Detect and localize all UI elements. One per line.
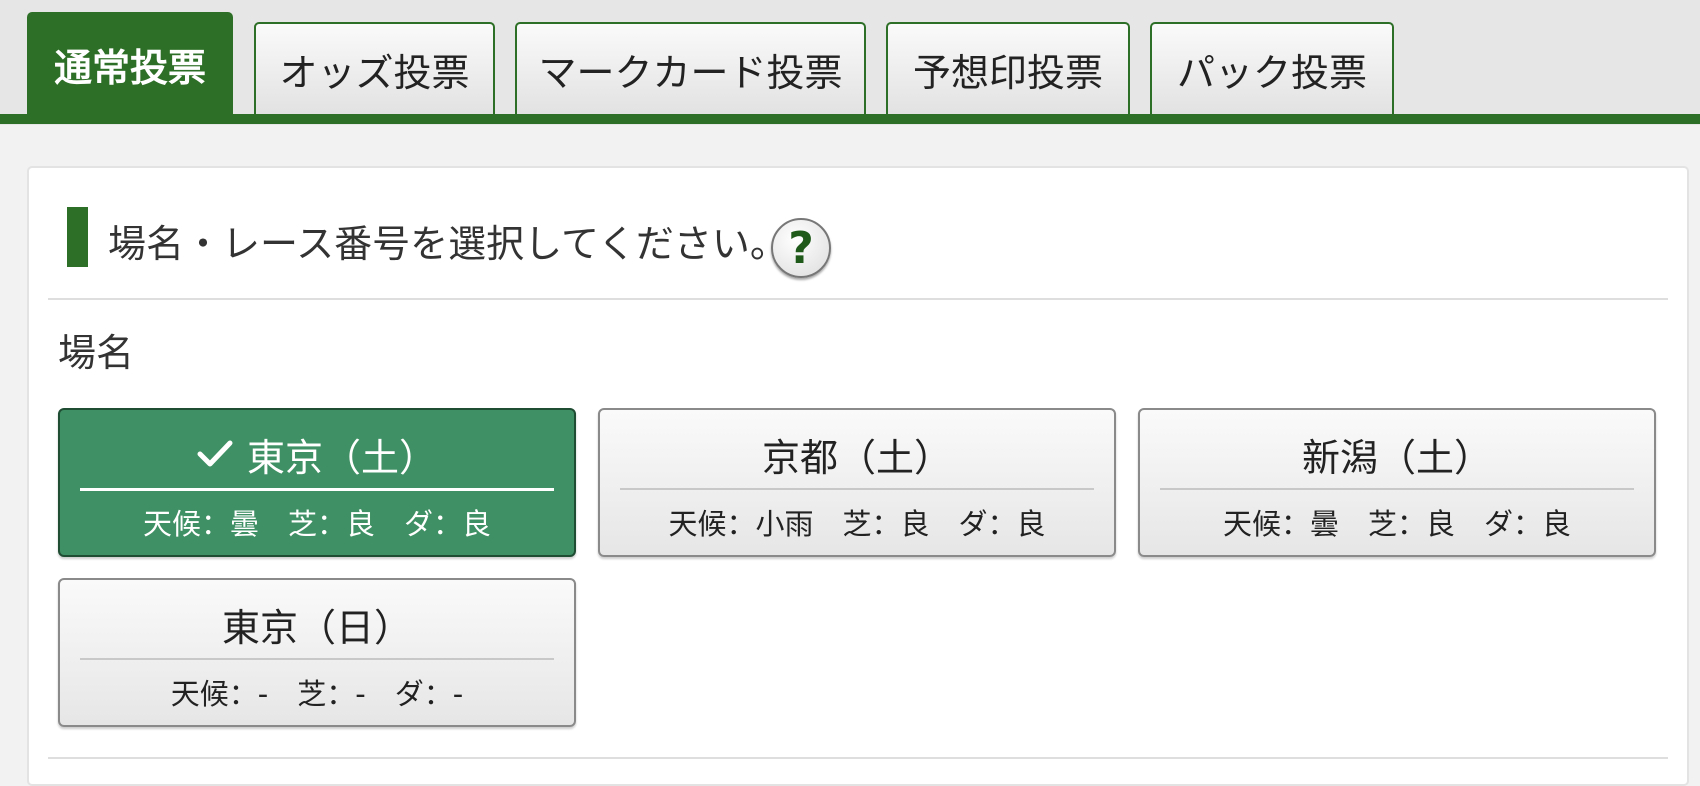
heading-divider [48,298,1668,300]
venue-weather: 天候：曇 芝：良 ダ：良 [142,507,491,541]
section-heading: 場名・レース番号を選択してください。 [108,221,788,266]
tab-underline [0,114,1700,124]
venue-label: 場名 [58,330,135,375]
tab-odds-bet[interactable]: オッズ投票 [254,22,495,114]
venue-separator [80,658,554,660]
venue-separator [80,488,554,491]
heading-accent-bar [67,207,88,267]
venue-button-kyoto-sat[interactable]: 京都（土） 天候：小雨 芝：良 ダ：良 [598,408,1116,557]
venue-weather: 天候：- 芝：- ダ：- [170,677,464,711]
venue-separator [620,488,1094,490]
venue-button-tokyo-sat[interactable]: 東京（土） 天候：曇 芝：良 ダ：良 [58,408,576,557]
help-icon[interactable]: ? [771,218,831,278]
tab-prediction-mark-bet[interactable]: 予想印投票 [886,22,1130,114]
venue-name: 東京（日） [221,605,412,650]
venue-name-row: 東京（土） [60,426,574,482]
venue-weather: 天候：曇 芝：良 ダ：良 [1222,507,1571,541]
venue-button-niigata-sat[interactable]: 新潟（土） 天候：曇 芝：良 ダ：良 [1138,408,1656,557]
bottom-divider [48,757,1668,759]
venue-button-tokyo-sun[interactable]: 東京（日） 天候：- 芝：- ダ：- [58,578,576,727]
venue-name: 東京（土） [246,435,437,480]
tab-mark-card-bet[interactable]: マークカード投票 [515,22,866,114]
venue-weather: 天候：小雨 芝：良 ダ：良 [668,507,1046,541]
venue-name: 新潟（土） [1301,435,1492,480]
venue-name: 京都（土） [761,435,952,480]
venue-separator [1160,488,1634,490]
tab-normal-bet[interactable]: 通常投票 [27,12,233,114]
tab-pack-bet[interactable]: パック投票 [1150,22,1394,114]
check-icon [197,440,233,467]
